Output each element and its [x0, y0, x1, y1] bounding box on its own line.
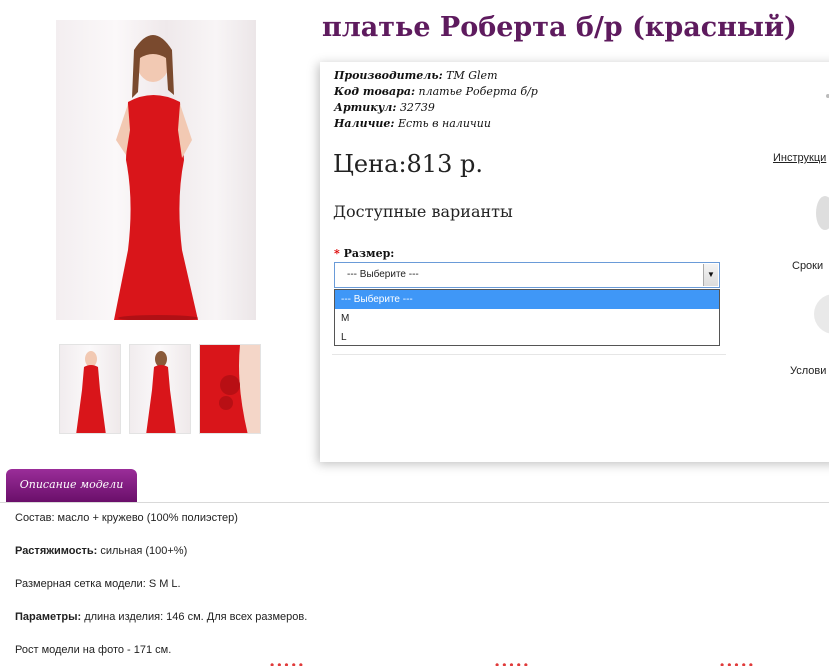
tab-divider — [0, 502, 829, 503]
panel-divider — [332, 354, 726, 355]
thumbnail-front[interactable] — [59, 344, 121, 434]
product-price: Цена:813 р. — [333, 150, 483, 178]
decorative-dots: ••••• — [495, 658, 532, 666]
manufacturer-label: Производитель: — [334, 69, 443, 82]
size-label-text: Размер: — [343, 247, 395, 260]
variants-heading: Доступные варианты — [333, 202, 513, 221]
circle-icon — [814, 294, 829, 334]
stretch-label: Растяжимость: — [15, 545, 98, 557]
size-select[interactable]: --- Выберите --- ▼ — [334, 262, 720, 288]
stock-value: Есть в наличии — [398, 117, 491, 130]
decorative-dots: ••••• — [720, 658, 757, 666]
dress-illustration — [114, 35, 198, 320]
required-marker: * — [334, 247, 340, 260]
thumbnail-back[interactable] — [129, 344, 191, 434]
thumbnail-lace-detail[interactable] — [199, 344, 261, 434]
size-option-l[interactable]: L — [335, 328, 719, 347]
thumb-dress-front — [76, 351, 106, 433]
thumb-lace-detail — [200, 345, 260, 433]
sku-value: 32739 — [399, 101, 435, 114]
conditions-link[interactable]: Услови — [790, 365, 826, 377]
manufacturer-value[interactable]: ТМ Glem — [446, 69, 497, 82]
code-label: Код товара: — [334, 85, 416, 98]
terms-link[interactable]: Сроки — [792, 260, 823, 272]
size-label: * Размер: — [334, 247, 394, 260]
stretch-value: сильная (100+%) — [97, 545, 188, 557]
tab-description[interactable]: Описание модели — [6, 469, 137, 502]
decorative-dots: ••••• — [270, 658, 307, 666]
product-info-panel: Производитель: ТМ Glem Код товара: плать… — [320, 62, 829, 462]
instructions-link[interactable]: Инструкци — [773, 152, 826, 164]
composition-label: Состав: — [15, 512, 55, 524]
sku-label: Артикул: — [334, 101, 397, 114]
params-value: длина изделия: 146 см. Для всех размеров… — [81, 611, 308, 623]
code-value: платье Роберта б/р — [418, 85, 538, 98]
params-row: Параметры: длина изделия: 146 см. Для вс… — [15, 611, 307, 623]
composition-row: Состав: масло + кружево (100% полиэстер) — [15, 512, 307, 524]
gear-icon — [816, 196, 829, 230]
model-height-row: Рост модели на фото - 171 см. — [15, 644, 172, 656]
size-grid-row: Размерная сетка модели: S M L. — [15, 578, 181, 590]
thumb-dress-back — [146, 351, 176, 433]
product-title: платье Роберта б/р (красный) — [322, 12, 797, 43]
chevron-down-icon[interactable]: ▼ — [703, 264, 718, 286]
model-description: Состав: масло + кружево (100% полиэстер)… — [15, 512, 307, 666]
stretch-row: Растяжимость: сильная (100+%) — [15, 545, 307, 557]
size-select-value: --- Выберите --- — [347, 269, 419, 280]
params-label: Параметры: — [15, 611, 82, 623]
product-meta: Производитель: ТМ Glem Код товара: плать… — [334, 68, 538, 132]
size-dropdown-list[interactable]: --- Выберите --- M L — [334, 289, 720, 346]
size-option-m[interactable]: M — [335, 309, 719, 328]
size-option-placeholder[interactable]: --- Выберите --- — [335, 290, 719, 309]
composition-value: масло + кружево (100% полиэстер) — [54, 512, 238, 524]
product-main-image[interactable] — [56, 20, 256, 320]
stock-label: Наличие: — [334, 117, 395, 130]
